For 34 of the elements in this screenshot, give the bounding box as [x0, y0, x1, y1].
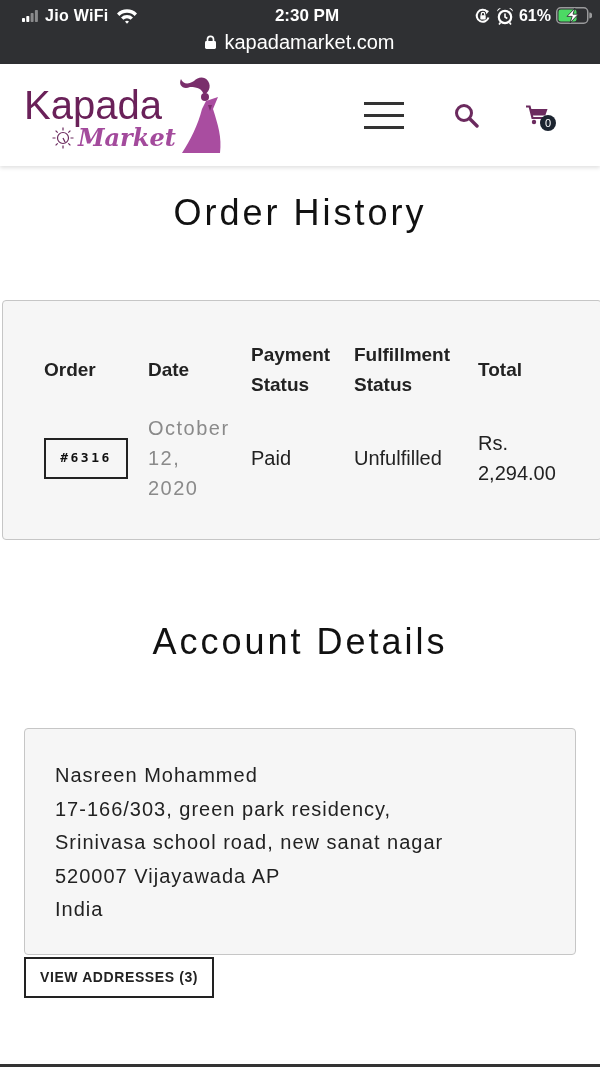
wifi-icon: [115, 7, 138, 24]
page-heading: Order History: [173, 191, 427, 235]
column-header: Total: [478, 358, 523, 382]
carrier-name: Jio WiFi: [45, 5, 109, 26]
alarm-clock-icon: [495, 6, 514, 25]
column-header: Payment Status: [251, 343, 332, 397]
cart-count-badge: 0: [540, 115, 556, 131]
address-line: 17-166/303, green park residency,: [55, 796, 393, 822]
search-icon[interactable]: [454, 102, 479, 128]
address-line: India: [55, 897, 105, 922]
address-line: Srinivasa school road, new sanat nagar: [55, 830, 445, 855]
address-line: Nasreen Mohammed: [55, 763, 259, 788]
lock-icon: [205, 35, 217, 49]
order-date: October 12, 2020: [148, 416, 230, 501]
view-addresses-button[interactable]: VIEW ADDRESSES (3): [24, 956, 215, 998]
signal-icon: [22, 9, 38, 22]
battery-percent: 61%: [518, 5, 551, 26]
url-text[interactable]: kapadamarket.com: [224, 27, 395, 57]
payment-status: Paid: [251, 446, 293, 471]
section-heading: Account Details: [152, 620, 448, 664]
rotation-lock-icon: [474, 7, 491, 24]
logo-wordmark[interactable]: Kapada: [24, 83, 162, 127]
sun-icon: [52, 127, 74, 149]
column-header: Order: [44, 358, 97, 382]
column-header: Date: [148, 358, 191, 382]
order-number-button[interactable]: #6316: [44, 437, 128, 479]
address-line: 520007 Vijayawada AP: [55, 863, 282, 889]
dress-figure-icon: [178, 75, 222, 155]
battery-charging-icon: [556, 7, 592, 24]
fulfillment-status: Unfulfilled: [354, 446, 443, 471]
clock-time: 2:30 PM: [274, 4, 340, 27]
menu-icon[interactable]: [364, 101, 404, 129]
order-total: Rs. 2,294.00: [478, 431, 556, 486]
column-header: Fulfillment Status: [354, 343, 452, 397]
